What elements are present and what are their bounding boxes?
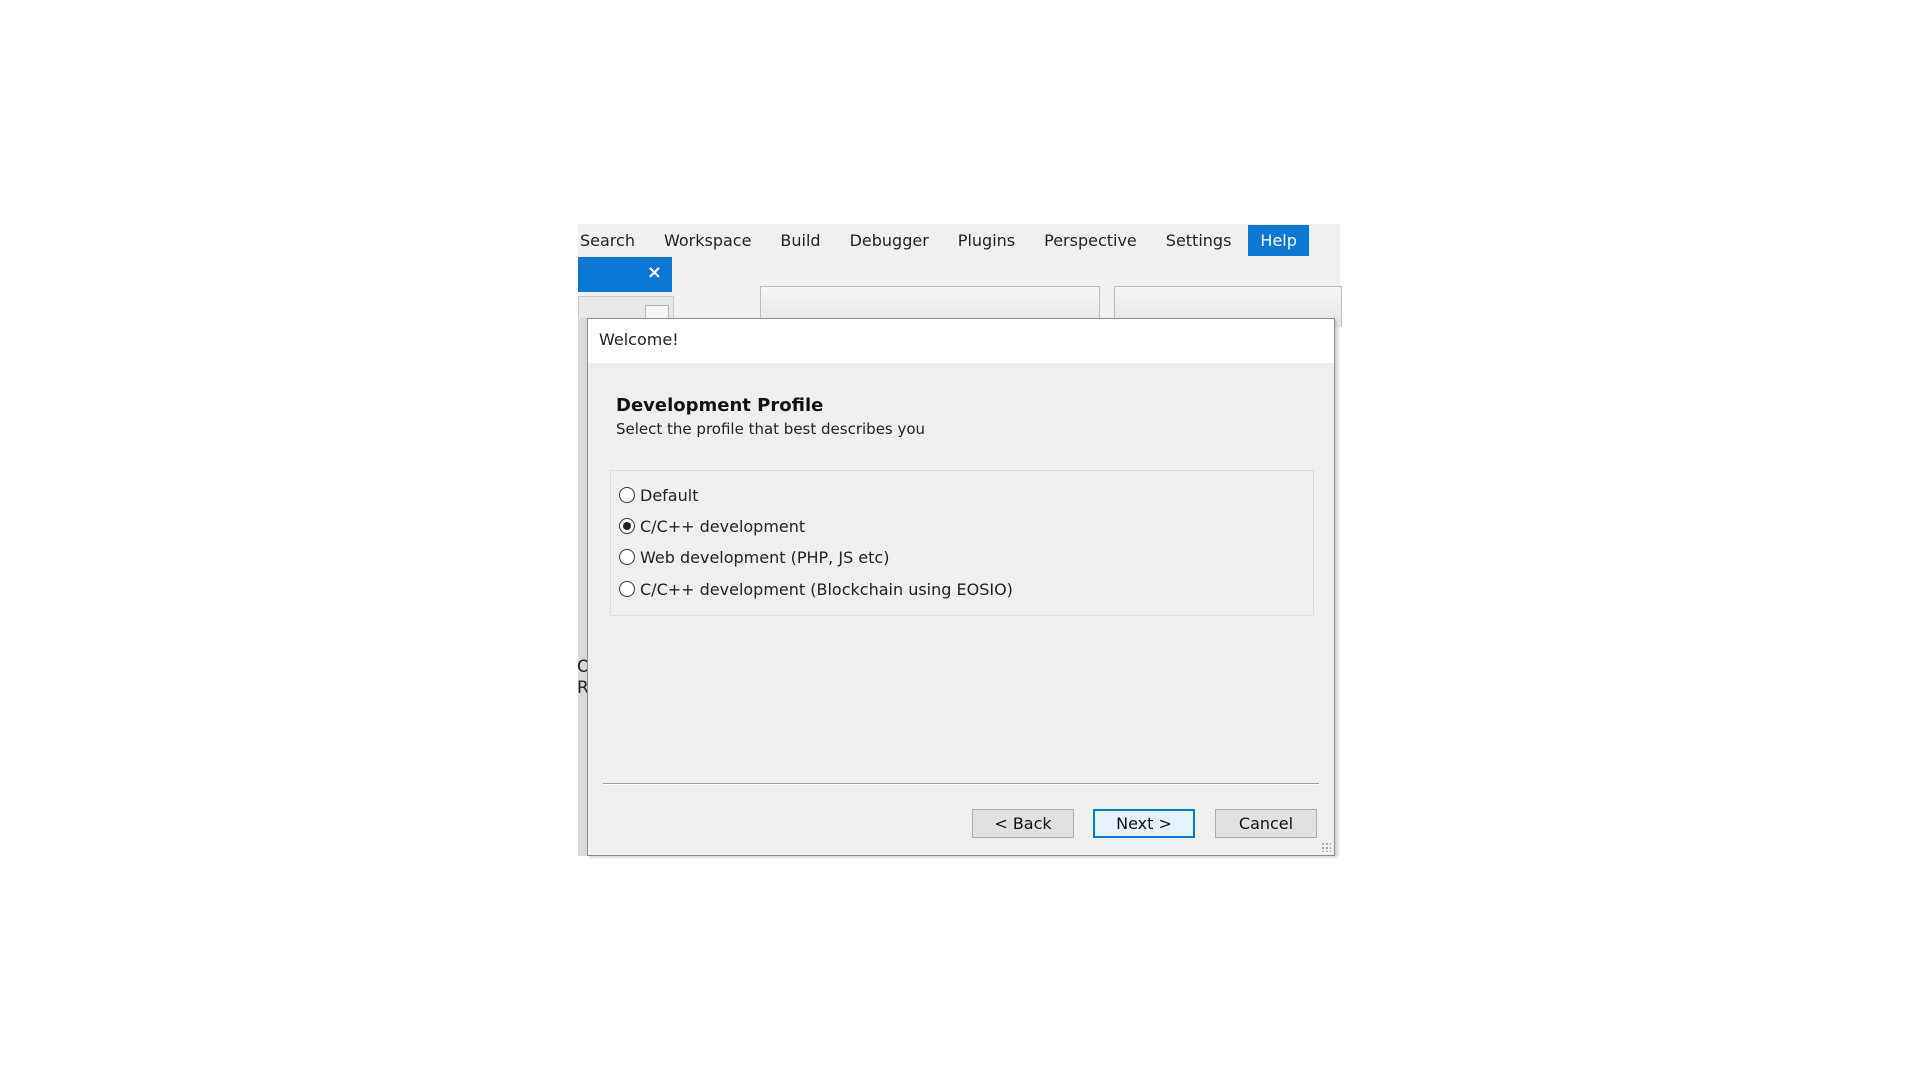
- next-button[interactable]: Next >: [1093, 809, 1195, 838]
- page-title: Development Profile: [616, 395, 824, 416]
- resize-grip-icon[interactable]: [1321, 842, 1331, 852]
- menu-perspective[interactable]: Perspective: [1032, 225, 1149, 256]
- radio-label: C/C++ development: [640, 516, 806, 536]
- radio-cpp[interactable]: C/C++ development: [619, 514, 805, 538]
- close-icon[interactable]: ×: [647, 262, 662, 283]
- radio-button-icon[interactable]: [619, 487, 635, 503]
- divider: [603, 783, 1319, 785]
- radio-default[interactable]: Default: [619, 483, 698, 507]
- active-tab[interactable]: ×: [578, 257, 672, 292]
- back-button[interactable]: < Back: [972, 809, 1074, 838]
- cancel-button[interactable]: Cancel: [1215, 809, 1317, 838]
- radio-button-checked-icon[interactable]: [619, 518, 635, 534]
- radio-label: C/C++ development (Blockchain using EOSI…: [640, 579, 1013, 599]
- dialog-title: Welcome!: [599, 330, 679, 349]
- menu-search[interactable]: Search: [578, 225, 647, 256]
- dialog-title-bar: Welcome!: [588, 319, 1334, 363]
- radio-label: Default: [640, 485, 699, 505]
- menu-plugins[interactable]: Plugins: [946, 225, 1027, 256]
- radio-button-icon[interactable]: [619, 581, 635, 597]
- radio-web[interactable]: Web development (PHP, JS etc): [619, 545, 889, 569]
- menu-settings[interactable]: Settings: [1154, 225, 1244, 256]
- menu-help[interactable]: Help: [1248, 225, 1309, 256]
- menu-bar: Search Workspace Build Debugger Plugins …: [578, 224, 1340, 257]
- menu-build[interactable]: Build: [768, 225, 832, 256]
- welcome-dialog: Welcome! Development Profile Select the …: [587, 318, 1335, 856]
- radio-label: Web development (PHP, JS etc): [640, 547, 890, 567]
- menu-workspace[interactable]: Workspace: [652, 225, 763, 256]
- menu-debugger[interactable]: Debugger: [838, 225, 941, 256]
- profile-options-group: Default C/C++ development Web developmen…: [610, 470, 1314, 616]
- radio-cpp-eosio[interactable]: C/C++ development (Blockchain using EOSI…: [619, 577, 1013, 601]
- radio-button-icon[interactable]: [619, 549, 635, 565]
- page-subtitle: Select the profile that best describes y…: [616, 420, 926, 438]
